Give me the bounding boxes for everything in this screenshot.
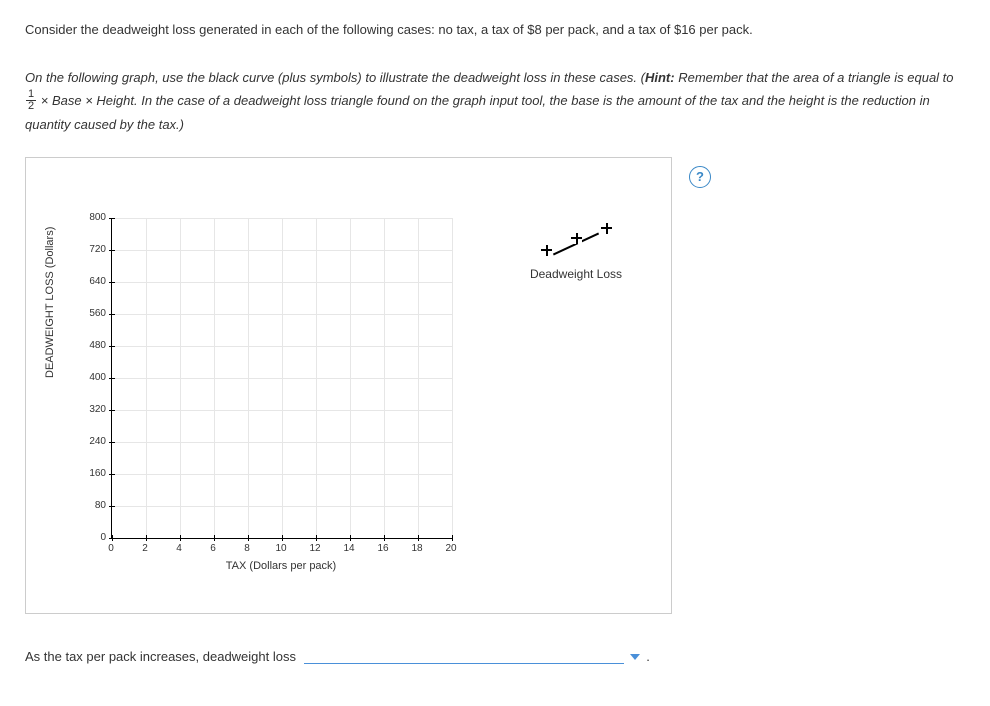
ytick-320: 320 — [76, 404, 106, 415]
ytick-720: 720 — [76, 244, 106, 255]
xtick-8: 8 — [237, 543, 257, 554]
xtick-10: 10 — [271, 543, 291, 554]
base-term: Base — [52, 93, 82, 108]
ytick-480: 480 — [76, 340, 106, 351]
plus-icon[interactable] — [541, 245, 552, 256]
x-axis-label: TAX (Dollars per pack) — [111, 560, 451, 572]
xtick-16: 16 — [373, 543, 393, 554]
ytick-0: 0 — [76, 532, 106, 543]
xtick-6: 6 — [203, 543, 223, 554]
instr-part2: Remember that the area of a triangle is … — [675, 70, 954, 85]
ytick-400: 400 — [76, 372, 106, 383]
answer-blank[interactable] — [304, 649, 624, 664]
help-button[interactable]: ? — [689, 166, 711, 188]
legend[interactable]: Deadweight Loss — [506, 223, 646, 281]
ytick-80: 80 — [76, 500, 106, 511]
xtick-4: 4 — [169, 543, 189, 554]
legend-label: Deadweight Loss — [506, 267, 646, 281]
plot-area[interactable] — [111, 218, 452, 539]
times-2: × — [82, 93, 97, 108]
xtick-12: 12 — [305, 543, 325, 554]
plus-icon[interactable] — [571, 233, 582, 244]
hint-label: Hint: — [645, 70, 675, 85]
ytick-160: 160 — [76, 468, 106, 479]
times-1: × — [37, 93, 52, 108]
instr-part1: On the following graph, use the black cu… — [25, 70, 645, 85]
plus-icon[interactable] — [601, 223, 612, 234]
graph-panel: ? DEADWEIGHT LOSS (Dollars) TAX (Dollars… — [25, 157, 672, 614]
legend-symbol[interactable] — [506, 223, 646, 263]
xtick-18: 18 — [407, 543, 427, 554]
instructions-paragraph: On the following graph, use the black cu… — [25, 66, 965, 137]
height-term: Height — [96, 93, 134, 108]
xtick-2: 2 — [135, 543, 155, 554]
conclusion-prefix: As the tax per pack increases, deadweigh… — [25, 649, 300, 664]
xtick-14: 14 — [339, 543, 359, 554]
ytick-640: 640 — [76, 276, 106, 287]
conclusion-sentence: As the tax per pack increases, deadweigh… — [25, 649, 965, 664]
ytick-800: 800 — [76, 212, 106, 223]
y-axis-label: DEADWEIGHT LOSS (Dollars) — [44, 226, 56, 377]
chevron-down-icon[interactable] — [630, 654, 640, 660]
fraction: 12 — [26, 89, 36, 112]
graph-area[interactable]: DEADWEIGHT LOSS (Dollars) TAX (Dollars p… — [26, 168, 671, 588]
intro-paragraph: Consider the deadweight loss generated i… — [25, 20, 965, 41]
ytick-240: 240 — [76, 436, 106, 447]
xtick-0: 0 — [101, 543, 121, 554]
instr-part3: . In the case of a deadweight loss trian… — [25, 93, 930, 132]
fraction-denominator: 2 — [26, 101, 36, 112]
conclusion-suffix: . — [643, 649, 650, 664]
plot-grid — [112, 218, 452, 538]
xtick-20: 20 — [441, 543, 461, 554]
ytick-560: 560 — [76, 308, 106, 319]
